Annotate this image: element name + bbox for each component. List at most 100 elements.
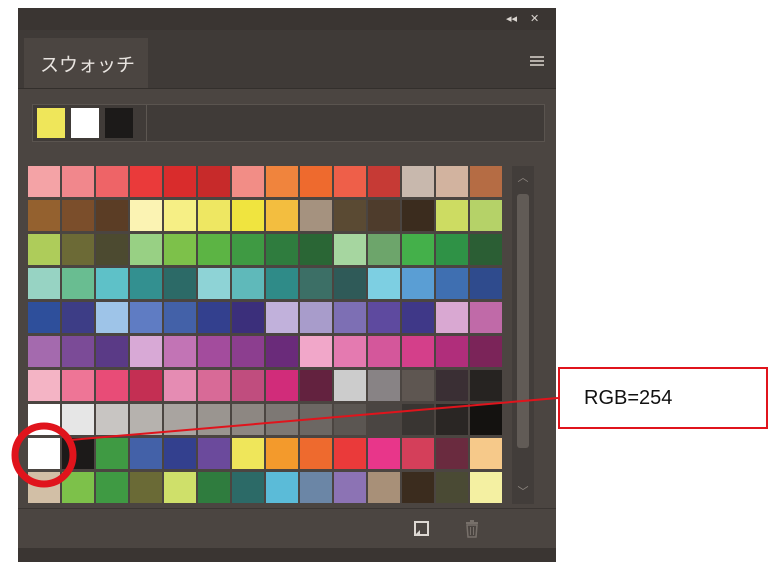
swatch-cell[interactable]: [96, 268, 128, 299]
swatch-cell[interactable]: [300, 302, 332, 333]
swatch-cell[interactable]: [232, 166, 264, 197]
swatch-cell[interactable]: [470, 472, 502, 503]
swatch-cell[interactable]: [130, 200, 162, 231]
recent-swatch-yellow[interactable]: [37, 108, 65, 138]
swatch-cell[interactable]: [232, 336, 264, 367]
swatch-cell[interactable]: [96, 234, 128, 265]
swatch-cell[interactable]: [300, 166, 332, 197]
swatch-cell[interactable]: [62, 404, 94, 435]
swatch-cell[interactable]: [96, 472, 128, 503]
swatch-cell[interactable]: [130, 268, 162, 299]
swatch-cell[interactable]: [198, 302, 230, 333]
swatch-cell[interactable]: [232, 200, 264, 231]
swatch-cell[interactable]: [436, 438, 468, 469]
trash-icon[interactable]: [462, 519, 482, 539]
swatch-cell[interactable]: [300, 200, 332, 231]
swatch-cell[interactable]: [130, 336, 162, 367]
swatch-cell[interactable]: [28, 200, 60, 231]
swatch-cell[interactable]: [266, 438, 298, 469]
swatch-cell[interactable]: [96, 302, 128, 333]
swatch-cell[interactable]: [436, 302, 468, 333]
swatch-cell[interactable]: [470, 404, 502, 435]
swatch-cell[interactable]: [334, 404, 366, 435]
swatch-cell[interactable]: [470, 336, 502, 367]
swatch-cell[interactable]: [436, 200, 468, 231]
swatch-cell[interactable]: [198, 234, 230, 265]
swatch-cell[interactable]: [368, 200, 400, 231]
menu-icon[interactable]: [530, 56, 544, 66]
swatch-cell[interactable]: [436, 404, 468, 435]
swatch-cell[interactable]: [334, 268, 366, 299]
swatch-cell[interactable]: [198, 438, 230, 469]
tab-swatches[interactable]: スウォッチ: [24, 38, 148, 88]
swatch-cell[interactable]: [232, 472, 264, 503]
swatch-cell[interactable]: [232, 234, 264, 265]
swatch-cell[interactable]: [28, 268, 60, 299]
new-swatch-icon[interactable]: [412, 519, 432, 539]
swatch-cell[interactable]: [28, 166, 60, 197]
swatch-cell[interactable]: [300, 336, 332, 367]
swatch-cell[interactable]: [368, 370, 400, 401]
recent-swatch-white[interactable]: [71, 108, 99, 138]
swatch-cell[interactable]: [266, 404, 298, 435]
swatch-cell[interactable]: [266, 302, 298, 333]
swatch-cell[interactable]: [96, 438, 128, 469]
swatch-cell[interactable]: [470, 166, 502, 197]
swatch-cell[interactable]: [368, 166, 400, 197]
swatch-cell[interactable]: [436, 370, 468, 401]
swatch-cell[interactable]: [470, 438, 502, 469]
swatch-cell[interactable]: [266, 166, 298, 197]
swatch-cell[interactable]: [402, 472, 434, 503]
swatch-cell[interactable]: [368, 336, 400, 367]
swatch-cell[interactable]: [198, 370, 230, 401]
swatch-cell[interactable]: [300, 404, 332, 435]
swatch-cell[interactable]: [28, 370, 60, 401]
swatch-cell[interactable]: [198, 336, 230, 367]
swatch-cell[interactable]: [164, 472, 196, 503]
swatch-cell[interactable]: [198, 166, 230, 197]
swatch-cell[interactable]: [164, 200, 196, 231]
swatch-cell[interactable]: [470, 234, 502, 265]
swatch-cell[interactable]: [402, 404, 434, 435]
swatch-cell[interactable]: [164, 438, 196, 469]
swatch-cell[interactable]: [164, 336, 196, 367]
swatch-cell[interactable]: [334, 166, 366, 197]
swatch-cell[interactable]: [334, 302, 366, 333]
swatch-cell[interactable]: [402, 336, 434, 367]
swatch-cell[interactable]: [62, 472, 94, 503]
chevron-up-icon[interactable]: ︿: [512, 168, 534, 188]
swatch-cell[interactable]: [164, 268, 196, 299]
scrollbar-thumb[interactable]: [517, 194, 529, 448]
swatch-cell[interactable]: [232, 268, 264, 299]
swatch-cell[interactable]: [164, 234, 196, 265]
swatch-cell[interactable]: [300, 472, 332, 503]
swatch-cell[interactable]: [28, 404, 60, 435]
swatch-cell[interactable]: [130, 302, 162, 333]
swatch-cell[interactable]: [368, 438, 400, 469]
swatch-cell[interactable]: [402, 268, 434, 299]
swatch-cell[interactable]: [436, 336, 468, 367]
swatch-cell[interactable]: [28, 234, 60, 265]
swatch-cell[interactable]: [266, 268, 298, 299]
swatch-cell[interactable]: [334, 200, 366, 231]
swatch-cell[interactable]: [470, 370, 502, 401]
swatch-cell[interactable]: [198, 404, 230, 435]
swatch-cell[interactable]: [266, 472, 298, 503]
swatch-cell[interactable]: [164, 302, 196, 333]
swatch-cell[interactable]: [198, 200, 230, 231]
swatch-cell[interactable]: [62, 268, 94, 299]
panel-resize-strip[interactable]: [18, 548, 556, 562]
swatch-cell[interactable]: [130, 370, 162, 401]
swatch-cell[interactable]: [402, 234, 434, 265]
swatch-cell[interactable]: [96, 404, 128, 435]
swatch-cell[interactable]: [334, 234, 366, 265]
swatch-cell[interactable]: [164, 166, 196, 197]
swatch-cell[interactable]: [402, 438, 434, 469]
swatch-cell[interactable]: [232, 404, 264, 435]
swatch-cell[interactable]: [62, 200, 94, 231]
swatch-cell[interactable]: [232, 302, 264, 333]
swatch-cell[interactable]: [130, 234, 162, 265]
swatch-cell[interactable]: [62, 302, 94, 333]
swatch-cell[interactable]: [470, 302, 502, 333]
swatch-cell[interactable]: [402, 200, 434, 231]
